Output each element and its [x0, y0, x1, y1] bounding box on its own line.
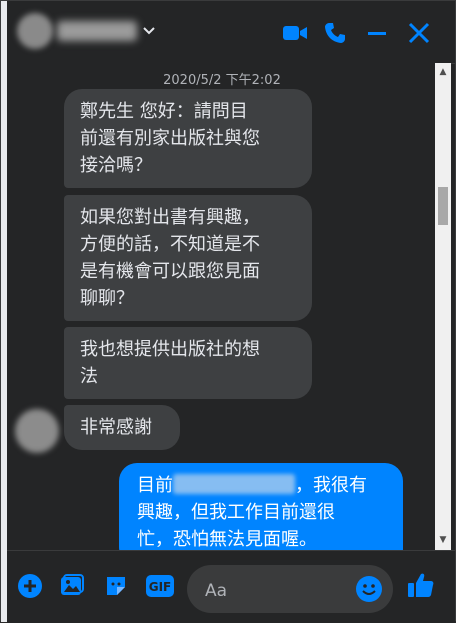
message-text-line: 方便的話，不知道是不 [80, 234, 260, 255]
outgoing-message[interactable]: 目前 ，我很有 興趣，但我工作目前還很 忙，恐怕無法見面喔。 [119, 463, 403, 550]
scroll-thumb[interactable] [438, 187, 448, 225]
redacted-name [173, 474, 295, 494]
message-input[interactable] [203, 578, 347, 604]
message-list[interactable]: 2020/5/2 下午2:02 鄭先生 您好：請問目 前還有別家出版社與您 接洽… [7, 63, 437, 550]
incoming-message[interactable]: 我也想提供出版社的想 法 [64, 327, 312, 399]
sender-avatar[interactable] [15, 409, 59, 453]
message-text-line: 鄭先生 您好：請問目 [80, 101, 248, 122]
chevron-down-icon[interactable] [139, 21, 159, 41]
message-text-line: 接洽嗎？ [80, 155, 152, 176]
messenger-chat-window: 2020/5/2 下午2:02 鄭先生 您好：請問目 前還有別家出版社與您 接洽… [0, 0, 456, 623]
sticker-icon[interactable] [101, 571, 131, 601]
scroll-down-arrow-icon[interactable]: ▼ [438, 535, 448, 545]
message-timestamp: 2020/5/2 下午2:02 [163, 73, 281, 88]
message-text-line: 非常感謝 [80, 417, 152, 438]
contact-avatar[interactable] [17, 13, 53, 49]
composer-bar: GIF [7, 550, 455, 623]
phone-call-icon[interactable] [319, 17, 351, 49]
gif-icon[interactable]: GIF [143, 571, 177, 601]
incoming-message[interactable]: 如果您對出書有興趣， 方便的話，不知道是不 是有機會可以跟您見面 聊聊？ [64, 195, 312, 321]
message-text-line: 興趣，但我工作目前還很 [137, 502, 335, 523]
message-text-line: 目前 ，我很有 [137, 472, 389, 499]
contact-name-redacted[interactable] [57, 21, 137, 41]
incoming-message[interactable]: 鄭先生 您好：請問目 前還有別家出版社與您 接洽嗎？ [64, 89, 312, 188]
message-text-line: 忙，恐怕無法見面喔。 [137, 529, 317, 550]
message-text-line: 聊聊？ [80, 288, 134, 309]
chat-scrollbar[interactable]: ▲ ▼ [435, 63, 451, 550]
thumbs-up-icon[interactable] [405, 569, 437, 601]
message-text-segment: ，我很有 [295, 475, 367, 496]
emoji-icon[interactable] [355, 575, 383, 603]
message-text-segment: 目前 [137, 475, 173, 496]
close-icon[interactable] [403, 17, 435, 49]
chat-header [7, 1, 455, 64]
video-call-icon[interactable] [279, 17, 311, 49]
gif-label: GIF [149, 580, 172, 594]
minimize-icon[interactable] [361, 17, 393, 49]
message-text-line: 前還有別家出版社與您 [80, 128, 260, 149]
message-text-line: 如果您對出書有興趣， [80, 207, 260, 228]
message-composer[interactable] [187, 565, 393, 613]
incoming-message[interactable]: 非常感謝 [64, 405, 180, 450]
message-text-line: 我也想提供出版社的想 [80, 339, 260, 360]
image-icon[interactable] [57, 571, 87, 601]
add-icon[interactable] [15, 571, 45, 601]
scroll-up-arrow-icon[interactable]: ▲ [438, 67, 448, 77]
message-text-line: 是有機會可以跟您見面 [80, 261, 260, 282]
message-text-line: 法 [80, 366, 98, 387]
